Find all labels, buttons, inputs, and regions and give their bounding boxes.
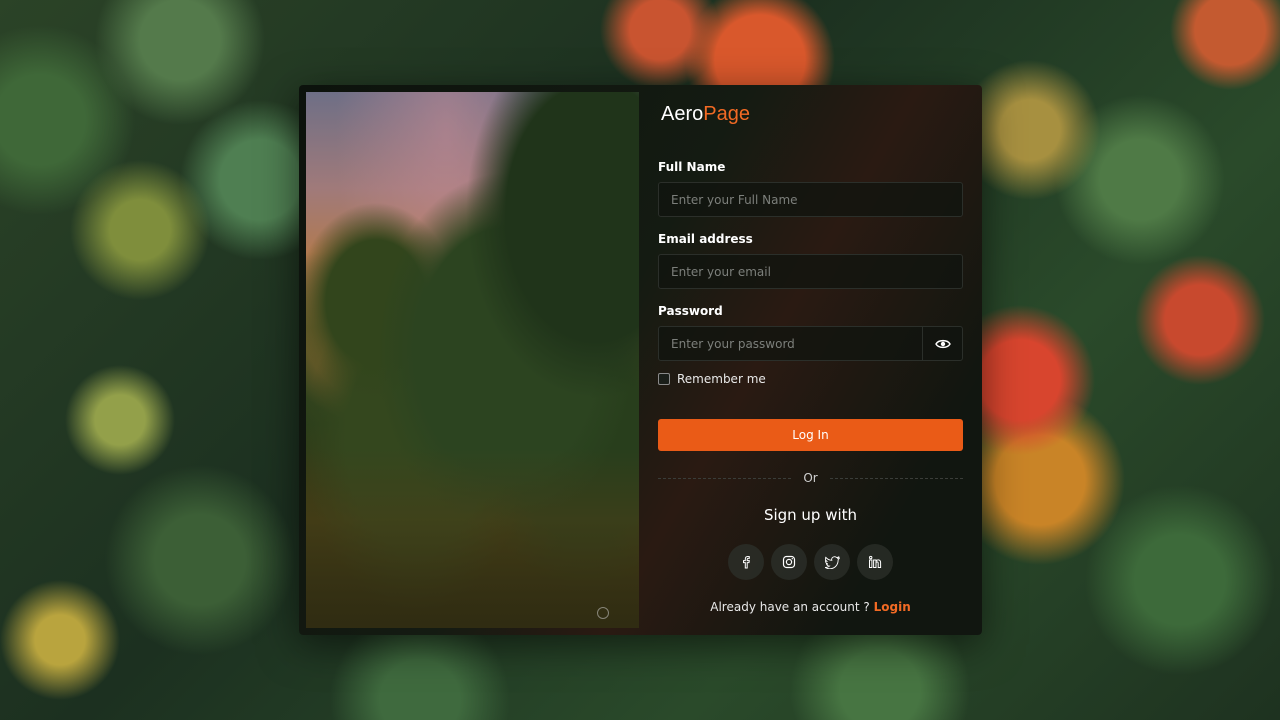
social-buttons — [728, 544, 893, 580]
instagram-icon — [782, 555, 796, 569]
remember-me: Remember me — [658, 372, 766, 386]
password-input[interactable] — [658, 326, 963, 361]
twitter-button[interactable] — [814, 544, 850, 580]
brand-logo-part2: Page — [703, 103, 750, 125]
already-have-account-text: Already have an account ? — [710, 600, 874, 614]
brand-logo: AeroPage — [661, 103, 750, 126]
email-label: Email address — [658, 232, 753, 246]
watermark-logo — [597, 606, 627, 620]
brand-logo-part1: Aero — [661, 103, 704, 125]
email-input[interactable] — [658, 254, 963, 289]
linkedin-icon — [869, 555, 882, 568]
remember-me-checkbox[interactable] — [658, 373, 670, 385]
login-link[interactable]: Login — [874, 600, 911, 614]
forest-photo — [306, 92, 639, 628]
full-name-label: Full Name — [658, 160, 726, 174]
facebook-button[interactable] — [728, 544, 764, 580]
eye-icon — [935, 339, 951, 348]
login-card: AeroPage Full Name Email address Passwor… — [299, 85, 982, 635]
log-in-button[interactable]: Log In — [658, 419, 963, 451]
or-text: Or — [803, 471, 818, 485]
twitter-icon — [824, 555, 840, 569]
toggle-password-visibility-button[interactable] — [922, 326, 963, 361]
password-label: Password — [658, 304, 723, 318]
full-name-input[interactable] — [658, 182, 963, 217]
linkedin-button[interactable] — [857, 544, 893, 580]
remember-me-label: Remember me — [677, 372, 766, 386]
or-divider: Or — [658, 470, 964, 486]
instagram-button[interactable] — [771, 544, 807, 580]
sign-up-with-heading: Sign up with — [763, 506, 858, 524]
already-have-account: Already have an account ? Login — [658, 600, 963, 614]
facebook-icon — [743, 555, 750, 569]
